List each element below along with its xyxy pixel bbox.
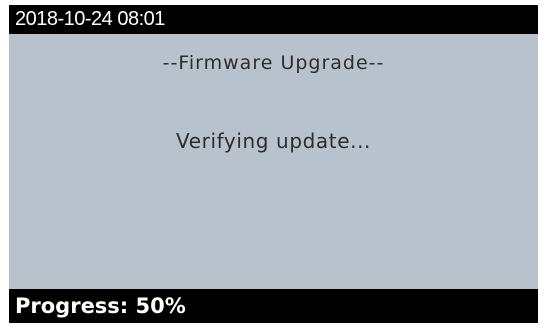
main-panel: --Firmware Upgrade-- Verifying update... [9, 34, 538, 289]
status-bar: 2018-10-24 08:01 [9, 5, 538, 34]
progress-bar-footer: Progress: 50% [9, 289, 538, 323]
page-title: --Firmware Upgrade-- [162, 52, 385, 74]
datetime-display: 2018-10-24 08:01 [15, 8, 165, 30]
device-screen: 2018-10-24 08:01 --Firmware Upgrade-- Ve… [9, 5, 538, 323]
status-message: Verifying update... [176, 129, 371, 153]
progress-label: Progress: 50% [15, 294, 186, 318]
